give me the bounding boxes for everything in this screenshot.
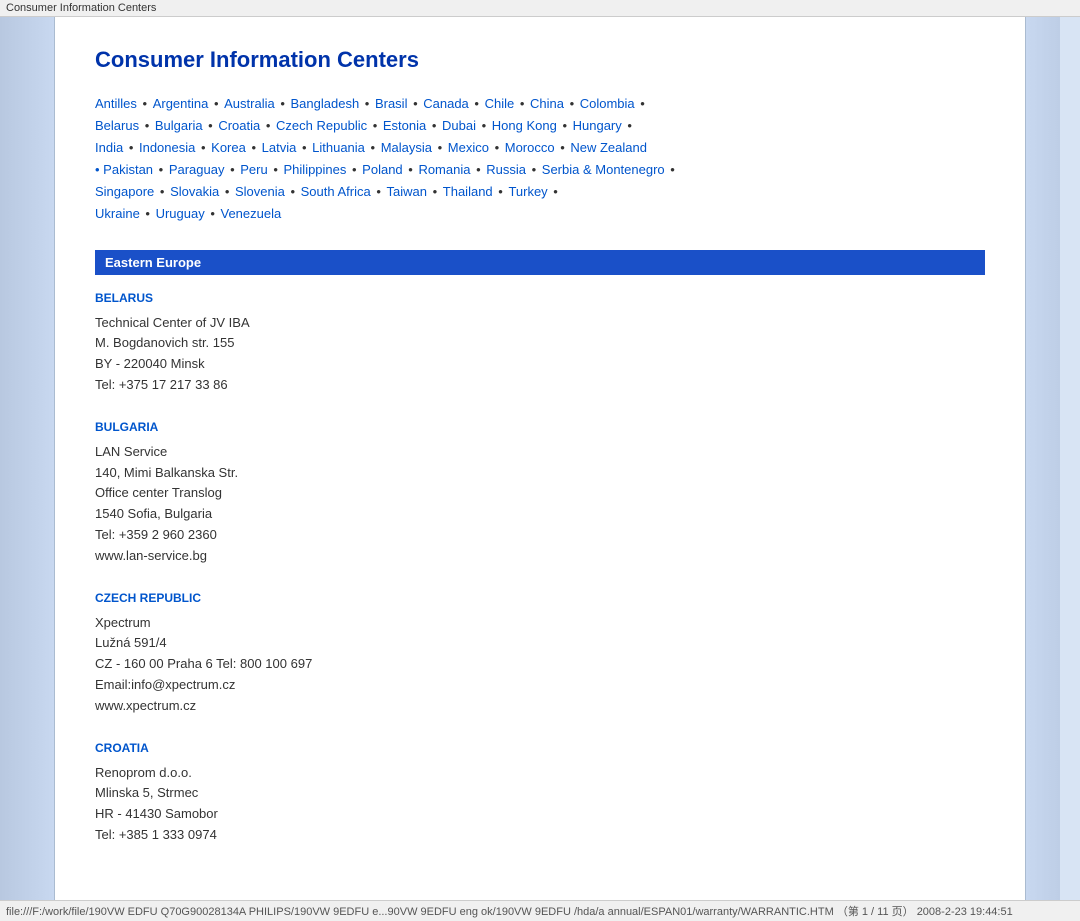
- link-russia[interactable]: Russia: [486, 162, 526, 177]
- link-pakistan[interactable]: Pakistan: [103, 162, 153, 177]
- link-hungary[interactable]: Hungary: [573, 118, 622, 133]
- country-name: CZECH REPUBLIC: [95, 591, 985, 605]
- link-romania[interactable]: Romania: [418, 162, 470, 177]
- link-singapore[interactable]: Singapore: [95, 184, 154, 199]
- top-bar-title: Consumer Information Centers: [6, 2, 156, 14]
- link-bulgaria[interactable]: Bulgaria: [155, 118, 203, 133]
- link-croatia[interactable]: Croatia: [218, 118, 260, 133]
- link-morocco[interactable]: Morocco: [505, 140, 555, 155]
- link-chile[interactable]: Chile: [485, 96, 515, 111]
- country-details: LAN Service 140, Mimi Balkanska Str. Off…: [95, 442, 985, 567]
- link-korea[interactable]: Korea: [211, 140, 246, 155]
- link-thailand[interactable]: Thailand: [443, 184, 493, 199]
- sidebar-left: [0, 17, 55, 900]
- country-block: CROATIA Renoprom d.o.o. Mlinska 5, Strmec…: [95, 741, 985, 846]
- link-serbia[interactable]: Serbia & Montenegro: [542, 162, 665, 177]
- link-mexico[interactable]: Mexico: [448, 140, 489, 155]
- link-south-africa[interactable]: South Africa: [301, 184, 371, 199]
- link-china[interactable]: China: [530, 96, 564, 111]
- country-details: Renoprom d.o.o. Mlinska 5, Strmec HR - 4…: [95, 763, 985, 846]
- countries-container: BELARUS Technical Center of JV IBA M. Bog…: [95, 291, 985, 846]
- content-area: Consumer Information Centers Antilles • …: [55, 17, 1025, 900]
- page-title: Consumer Information Centers: [95, 47, 985, 73]
- link-belarus[interactable]: Belarus: [95, 118, 139, 133]
- link-estonia[interactable]: Estonia: [383, 118, 426, 133]
- section-header: Eastern Europe: [95, 250, 985, 275]
- link-lithuania[interactable]: Lithuania: [312, 140, 365, 155]
- country-name: BULGARIA: [95, 420, 985, 434]
- bottom-bar: file:///F:/work/file/190VW EDFU Q70G9002…: [0, 900, 1080, 921]
- main-layout: Consumer Information Centers Antilles • …: [0, 17, 1080, 900]
- country-block: CZECH REPUBLIC Xpectrum Lužná 591/4 CZ - …: [95, 591, 985, 717]
- country-details: Xpectrum Lužná 591/4 CZ - 160 00 Praha 6…: [95, 613, 985, 717]
- link-peru[interactable]: Peru: [240, 162, 267, 177]
- link-venezuela[interactable]: Venezuela: [221, 206, 282, 221]
- link-czech-republic[interactable]: Czech Republic: [276, 118, 367, 133]
- link-paraguay[interactable]: Paraguay: [169, 162, 225, 177]
- link-uruguay[interactable]: Uruguay: [156, 206, 205, 221]
- top-bar: Consumer Information Centers: [0, 0, 1080, 17]
- link-ukraine[interactable]: Ukraine: [95, 206, 140, 221]
- links-section: Antilles • Argentina • Australia • Bangl…: [95, 93, 985, 226]
- country-name: BELARUS: [95, 291, 985, 305]
- link-taiwan[interactable]: Taiwan: [387, 184, 427, 199]
- link-turkey[interactable]: Turkey: [508, 184, 547, 199]
- link-slovakia[interactable]: Slovakia: [170, 184, 219, 199]
- link-latvia[interactable]: Latvia: [262, 140, 297, 155]
- link-brasil[interactable]: Brasil: [375, 96, 408, 111]
- link-malaysia[interactable]: Malaysia: [381, 140, 432, 155]
- link-poland[interactable]: Poland: [362, 162, 402, 177]
- sidebar-right: [1025, 17, 1080, 900]
- link-new-zealand[interactable]: New Zealand: [570, 140, 647, 155]
- link-argentina[interactable]: Argentina: [153, 96, 209, 111]
- country-block: BULGARIA LAN Service 140, Mimi Balkanska …: [95, 420, 985, 567]
- link-indonesia[interactable]: Indonesia: [139, 140, 195, 155]
- link-hong-kong[interactable]: Hong Kong: [492, 118, 557, 133]
- link-dubai[interactable]: Dubai: [442, 118, 476, 133]
- link-antilles[interactable]: Antilles: [95, 96, 137, 111]
- bottom-bar-text: file:///F:/work/file/190VW EDFU Q70G9002…: [6, 906, 1013, 918]
- link-bangladesh[interactable]: Bangladesh: [291, 96, 360, 111]
- link-canada[interactable]: Canada: [423, 96, 469, 111]
- country-block: BELARUS Technical Center of JV IBA M. Bog…: [95, 291, 985, 396]
- country-details: Technical Center of JV IBA M. Bogdanovic…: [95, 313, 985, 396]
- link-australia[interactable]: Australia: [224, 96, 275, 111]
- link-india[interactable]: India: [95, 140, 123, 155]
- link-philippines[interactable]: Philippines: [284, 162, 347, 177]
- link-colombia[interactable]: Colombia: [580, 96, 635, 111]
- link-slovenia[interactable]: Slovenia: [235, 184, 285, 199]
- sidebar-right-inner: [1060, 17, 1080, 900]
- country-name: CROATIA: [95, 741, 985, 755]
